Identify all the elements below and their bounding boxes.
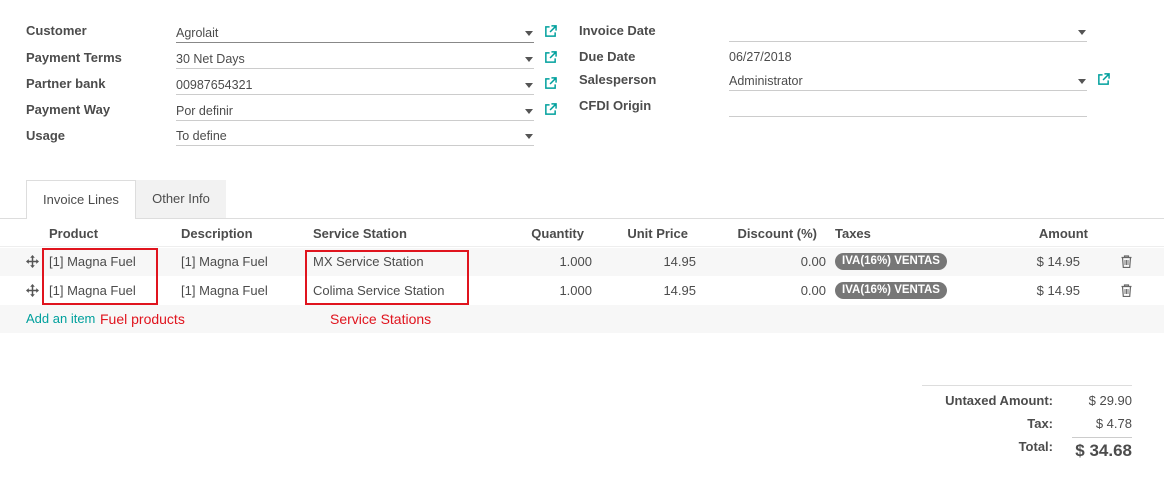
tax-value: $ 4.78: [1095, 416, 1132, 431]
cfdi-origin-field[interactable]: [729, 98, 1087, 117]
usage-field[interactable]: To define: [176, 127, 534, 146]
cfdi-origin-label: CFDI Origin: [579, 98, 652, 113]
customer-field[interactable]: Agrolait: [176, 24, 534, 43]
chevron-down-icon[interactable]: [525, 31, 533, 36]
tax-label: Tax:: [1027, 416, 1053, 431]
customer-label: Customer: [26, 23, 87, 38]
external-link-icon[interactable]: [544, 77, 557, 90]
payment-terms-value: 30 Net Days: [176, 52, 245, 66]
external-link-icon[interactable]: [544, 103, 557, 116]
partner-bank-value: 00987654321: [176, 78, 253, 92]
customer-value: Agrolait: [176, 26, 219, 40]
service-stations-annotation: Service Stations: [330, 311, 432, 327]
cell-discount[interactable]: 0.00: [746, 283, 826, 299]
totals-divider: [922, 385, 1132, 386]
chevron-down-icon[interactable]: [1078, 30, 1086, 35]
total-label: Total:: [1018, 439, 1053, 454]
cell-quantity[interactable]: 1.000: [512, 283, 592, 299]
tab-other-info[interactable]: Other Info: [136, 180, 226, 218]
chevron-down-icon[interactable]: [525, 83, 533, 88]
total-divider: [1072, 437, 1132, 438]
partner-bank-label: Partner bank: [26, 76, 106, 91]
chevron-down-icon[interactable]: [1078, 79, 1086, 84]
external-link-icon[interactable]: [1097, 73, 1110, 86]
chevron-down-icon[interactable]: [525, 134, 533, 139]
trash-icon[interactable]: [1121, 284, 1132, 297]
salesperson-label: Salesperson: [579, 72, 657, 87]
col-product[interactable]: Product: [49, 226, 98, 242]
col-service-station[interactable]: Service Station: [313, 226, 407, 242]
table-row[interactable]: [1] Magna Fuel [1] Magna Fuel Colima Ser…: [0, 277, 1164, 305]
due-date-label: Due Date: [579, 49, 636, 64]
payment-way-field[interactable]: Por definir: [176, 102, 534, 121]
untaxed-amount-label: Untaxed Amount:: [945, 393, 1053, 408]
chevron-down-icon[interactable]: [525, 109, 533, 114]
usage-value: To define: [176, 129, 227, 143]
external-link-icon[interactable]: [544, 51, 557, 64]
payment-way-label: Payment Way: [26, 102, 111, 117]
salesperson-value: Administrator: [729, 74, 803, 88]
cell-unit-price[interactable]: 14.95: [616, 254, 696, 270]
col-description[interactable]: Description: [181, 226, 253, 242]
fuel-products-annotation: Fuel products: [100, 311, 185, 327]
drag-handle-icon[interactable]: [26, 255, 39, 268]
usage-label: Usage: [26, 128, 66, 143]
due-date-value: 06/27/2018: [729, 50, 792, 64]
cell-description[interactable]: [1] Magna Fuel: [181, 254, 268, 270]
cell-unit-price[interactable]: 14.95: [616, 283, 696, 299]
invoice-date-label: Invoice Date: [579, 23, 656, 38]
col-unit-price[interactable]: Unit Price: [608, 226, 688, 242]
cell-amount: $ 14.95: [1036, 254, 1080, 269]
service-stations-highlight: [305, 250, 469, 305]
external-link-icon[interactable]: [544, 25, 557, 38]
table-row[interactable]: [1] Magna Fuel [1] Magna Fuel MX Service…: [0, 248, 1164, 276]
trash-icon[interactable]: [1121, 255, 1132, 268]
col-amount[interactable]: Amount: [1008, 226, 1088, 242]
invoice-date-field[interactable]: [729, 23, 1087, 42]
partner-bank-field[interactable]: 00987654321: [176, 76, 534, 95]
col-quantity[interactable]: Quantity: [504, 226, 584, 242]
cell-description[interactable]: [1] Magna Fuel: [181, 283, 268, 299]
drag-handle-icon[interactable]: [26, 284, 39, 297]
payment-terms-label: Payment Terms: [26, 50, 122, 65]
col-discount[interactable]: Discount (%): [717, 226, 817, 242]
untaxed-amount-value: $ 29.90: [1088, 393, 1132, 408]
fuel-products-highlight: [42, 248, 158, 305]
add-item-link[interactable]: Add an item: [26, 311, 95, 327]
cell-discount[interactable]: 0.00: [746, 254, 826, 270]
cell-amount: $ 14.95: [1036, 283, 1080, 298]
tax-badge[interactable]: IVA(16%) VENTAS: [835, 282, 947, 299]
chevron-down-icon[interactable]: [525, 57, 533, 62]
salesperson-field[interactable]: Administrator: [729, 72, 1087, 91]
payment-way-value: Por definir: [176, 104, 233, 118]
tax-badge[interactable]: IVA(16%) VENTAS: [835, 253, 947, 270]
col-taxes[interactable]: Taxes: [835, 226, 871, 242]
payment-terms-field[interactable]: 30 Net Days: [176, 50, 534, 69]
tab-invoice-lines[interactable]: Invoice Lines: [26, 180, 136, 221]
total-value: $ 34.68: [1075, 441, 1132, 460]
cell-quantity[interactable]: 1.000: [512, 254, 592, 270]
